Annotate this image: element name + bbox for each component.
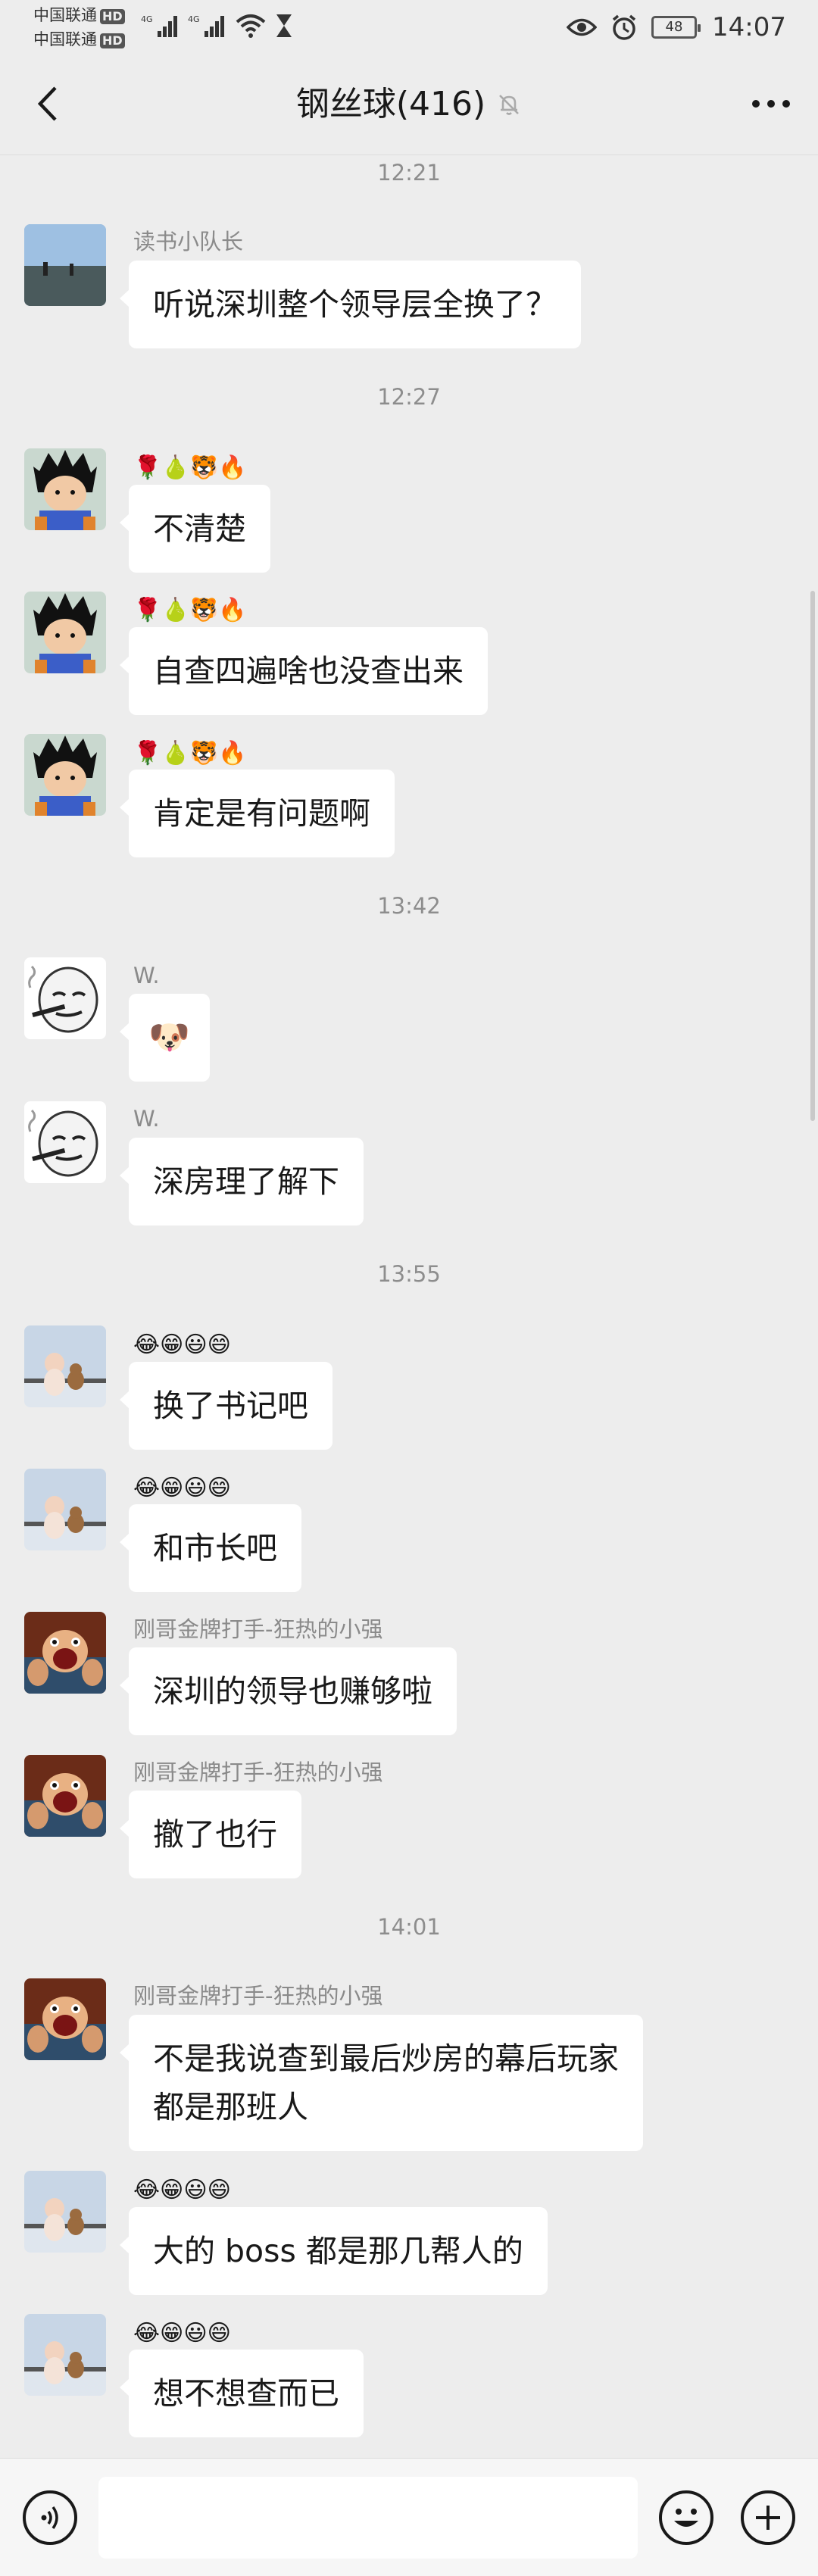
status-bar: 中国联通 HD 中国联通 HD 4G 4G 48 14:07: [0, 0, 818, 53]
message-bubble[interactable]: 和市长吧: [120, 1504, 301, 1592]
chat-title: 钢丝球(416): [295, 85, 486, 123]
chat-header: 钢丝球(416): [0, 53, 818, 155]
avatar[interactable]: [24, 2171, 106, 2253]
voice-icon: [41, 2506, 58, 2530]
scrollbar[interactable]: [810, 591, 815, 1121]
message-line: 都是那班人: [153, 2089, 308, 2125]
message-bubble[interactable]: 大的 boss 都是那几帮人的: [120, 2207, 548, 2295]
alarm-icon: [612, 14, 636, 40]
timestamp: 13:55: [377, 1261, 441, 1287]
sender-name: W.: [133, 963, 160, 988]
plus-icon: [756, 2506, 780, 2530]
input-bar: [0, 2458, 818, 2576]
message-bubble[interactable]: 肯定是有问题啊: [120, 770, 395, 857]
message-bubble[interactable]: 换了书记吧: [120, 1362, 333, 1450]
timestamp: 12:21: [377, 160, 441, 186]
avatar[interactable]: [24, 592, 106, 673]
sender-name: 🌹🍐🐯🔥: [133, 454, 247, 481]
voice-button[interactable]: [23, 2490, 77, 2545]
carrier-2: 中国联通 HD: [33, 30, 125, 48]
timestamp: 12:27: [377, 384, 441, 410]
message-bubble[interactable]: 不是我说查到最后炒房的幕后玩家 都是那班人: [120, 2015, 643, 2151]
add-button[interactable]: [741, 2490, 795, 2545]
sender-name: 🌹🍐🐯🔥: [133, 739, 247, 767]
message-bubble[interactable]: 想不想查而已: [120, 2350, 364, 2437]
hourglass-icon: [276, 14, 292, 37]
message-bubble[interactable]: 听说深圳整个领导层全换了？: [120, 261, 581, 348]
avatar[interactable]: [24, 2314, 106, 2396]
message-line: 不是我说查到最后炒房的幕后玩家: [153, 2041, 619, 2077]
sender-name: 😂😁😃😄: [133, 2176, 231, 2203]
avatar[interactable]: [24, 1978, 106, 2060]
more-dots-icon: [752, 100, 790, 108]
avatar[interactable]: [24, 1755, 106, 1837]
eye-icon: [567, 18, 597, 36]
avatar[interactable]: [24, 957, 106, 1039]
sender-name: 刚哥金牌打手-狂热的小强: [133, 1616, 383, 1642]
avatar[interactable]: [24, 1101, 106, 1183]
avatar[interactable]: [24, 1469, 106, 1550]
signal-indicators: 4G 4G: [141, 11, 294, 41]
message-input[interactable]: [98, 2477, 638, 2559]
timestamp: 13:42: [377, 893, 441, 919]
avatar[interactable]: [24, 734, 106, 816]
sender-name: W.: [133, 1106, 160, 1132]
wifi-icon: [236, 14, 266, 38]
sender-name: 🌹🍐🐯🔥: [133, 596, 247, 623]
status-right-icons: 48: [567, 11, 701, 44]
avatar[interactable]: [24, 1612, 106, 1694]
message-bubble[interactable]: 深房理了解下: [120, 1138, 364, 1226]
svg-text:4G: 4G: [141, 14, 153, 24]
clock: 14:07: [712, 12, 786, 42]
chat-title-bar: 钢丝球(416): [0, 53, 818, 155]
svg-text:4G: 4G: [188, 14, 200, 24]
message-bubble[interactable]: 不清楚: [120, 485, 270, 573]
sender-name: 读书小队长: [133, 229, 244, 254]
mute-bell-icon: [499, 94, 520, 115]
battery-icon: 48: [651, 16, 701, 39]
more-button[interactable]: [747, 80, 795, 128]
signal-1-icon: 4G: [141, 14, 177, 37]
message-bubble[interactable]: 撤了也行: [120, 1791, 301, 1878]
timestamp: 14:01: [377, 1914, 441, 1940]
message-bubble[interactable]: 🐶: [120, 994, 210, 1082]
smiley-icon: [674, 2509, 698, 2527]
avatar[interactable]: [24, 1325, 106, 1407]
message-bubble[interactable]: 自查四遍啥也没查出来: [120, 627, 488, 715]
avatar[interactable]: [24, 448, 106, 530]
sender-name: 😂😁😃😄: [133, 2319, 231, 2347]
sender-name: 😂😁😃😄: [133, 1331, 231, 1358]
message-bubble[interactable]: 深圳的领导也赚够啦: [120, 1647, 457, 1735]
signal-2-icon: 4G: [188, 14, 224, 37]
sender-name: 刚哥金牌打手-狂热的小强: [133, 1759, 383, 1785]
avatar[interactable]: [24, 224, 106, 306]
emoji-button[interactable]: [659, 2490, 713, 2545]
sender-name: 刚哥金牌打手-狂热的小强: [133, 1983, 383, 2009]
sender-name: 😂😁😃😄: [133, 1474, 231, 1501]
carrier-1: 中国联通 HD: [33, 6, 125, 24]
